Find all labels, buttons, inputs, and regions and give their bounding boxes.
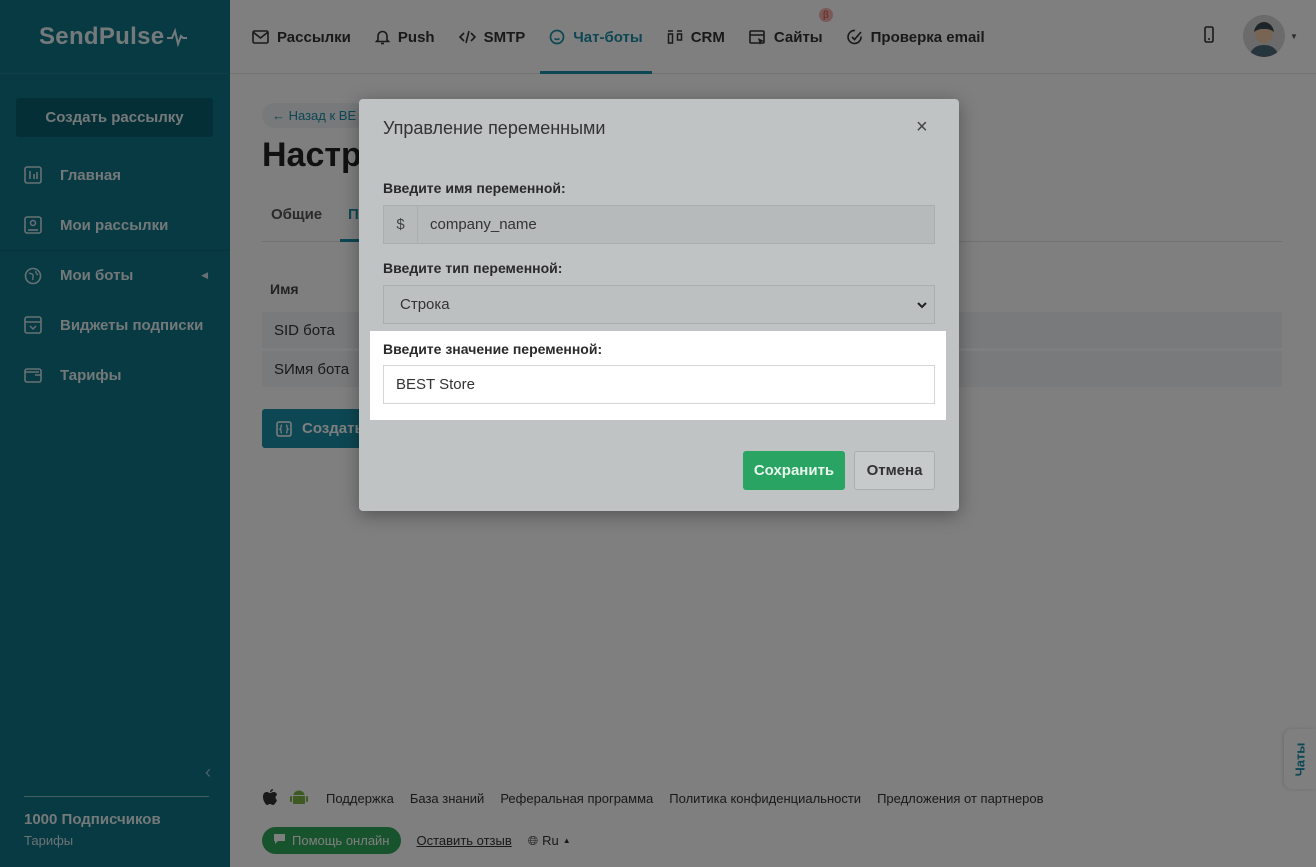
close-icon[interactable]: × xyxy=(916,116,928,139)
type-label: Введите тип переменной: xyxy=(383,260,563,276)
name-label: Введите имя переменной: xyxy=(383,180,566,196)
variable-name-input[interactable] xyxy=(418,206,934,243)
dollar-prefix: $ xyxy=(384,206,418,243)
value-section: Введите значение переменной: xyxy=(370,331,946,420)
save-button[interactable]: Сохранить xyxy=(743,451,845,490)
variable-type-select[interactable]: Строка xyxy=(383,285,935,324)
variable-value-input[interactable] xyxy=(383,365,935,404)
chevron-down-icon xyxy=(916,298,928,315)
selected-type: Строка xyxy=(400,296,450,313)
cancel-button[interactable]: Отмена xyxy=(854,451,935,490)
variables-modal: Управление переменными × Введите имя пер… xyxy=(359,99,959,511)
variable-name-group: $ xyxy=(383,205,935,244)
modal-title: Управление переменными xyxy=(383,118,606,138)
value-label: Введите значение переменной: xyxy=(383,341,603,357)
